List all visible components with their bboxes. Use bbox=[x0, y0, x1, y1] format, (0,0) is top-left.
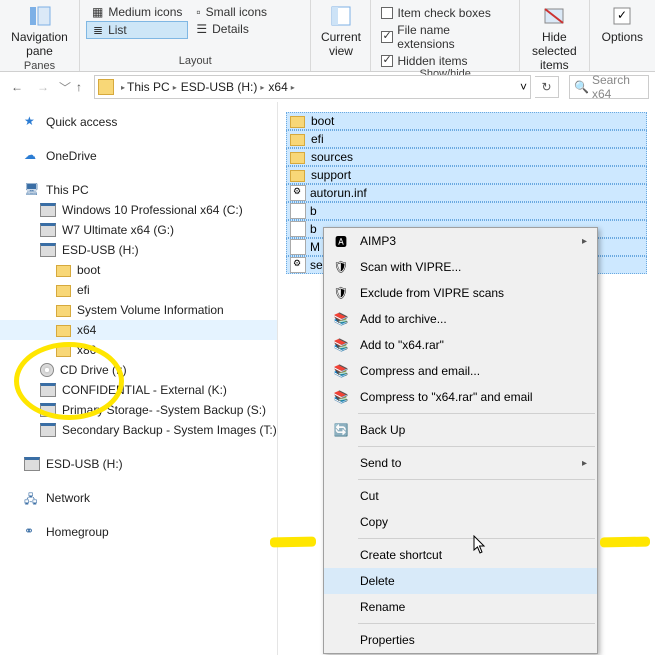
back-button[interactable]: ← bbox=[6, 76, 28, 98]
forward-button[interactable]: → bbox=[32, 76, 54, 98]
view-list[interactable]: ≣List bbox=[86, 21, 188, 39]
address-bar[interactable]: ▸This PC▸ ESD-USB (H:)▸ x64▸ ˅ bbox=[94, 75, 531, 99]
nav-drive-t[interactable]: Secondary Backup - System Images (T:) bbox=[0, 420, 277, 440]
ctx-delete[interactable]: Delete bbox=[324, 568, 597, 594]
nav-esd-usb-2[interactable]: ESD-USB (H:) bbox=[0, 454, 277, 474]
ctx-separator bbox=[358, 538, 595, 539]
layout-group-label: Layout bbox=[86, 55, 304, 69]
chk-hidden-items[interactable]: Hidden items bbox=[377, 54, 512, 68]
ctx-scan-vipre[interactable]: 🛡Scan with VIPRE... bbox=[324, 254, 597, 280]
ctx-add-archive[interactable]: 📚Add to archive... bbox=[324, 306, 597, 332]
ctx-properties[interactable]: Properties bbox=[324, 627, 597, 653]
nav-folder-svi[interactable]: System Volume Information bbox=[0, 300, 277, 320]
file-autorun-inf[interactable]: autorun.inf bbox=[286, 184, 647, 202]
folder-icon bbox=[98, 79, 114, 95]
nav-thispc[interactable]: 🖥This PC bbox=[0, 180, 277, 200]
file-folder-support[interactable]: support bbox=[286, 166, 647, 184]
ctx-separator bbox=[358, 413, 595, 414]
refresh-button[interactable]: ↻ bbox=[535, 76, 559, 98]
history-dropdown[interactable]: ﹀ bbox=[58, 79, 72, 96]
hide-selected-button[interactable]: Hide selected items bbox=[526, 2, 583, 74]
addr-dropdown[interactable]: ˅ bbox=[520, 80, 527, 94]
ctx-add-x64rar[interactable]: 📚Add to "x64.rar" bbox=[324, 332, 597, 358]
ctx-exclude-vipre[interactable]: 🛡Exclude from VIPRE scans bbox=[324, 280, 597, 306]
context-menu: 🅰AIMP3▸ 🛡Scan with VIPRE... 🛡Exclude fro… bbox=[323, 227, 598, 654]
view-medium-icons[interactable]: ▦Medium icons bbox=[86, 4, 188, 20]
hide-selected-label: Hide selected items bbox=[532, 30, 577, 72]
nav-drive-g[interactable]: W7 Ultimate x64 (G:) bbox=[0, 220, 277, 240]
ctx-separator bbox=[358, 479, 595, 480]
nav-drive-k[interactable]: CONFIDENTIAL - External (K:) bbox=[0, 380, 277, 400]
address-row: ← → ﹀ ↑ ▸This PC▸ ESD-USB (H:)▸ x64▸ ˅ ↻… bbox=[0, 72, 655, 102]
chk-item-checkboxes[interactable]: Item check boxes bbox=[377, 6, 512, 20]
search-box[interactable]: 🔍 Search x64 bbox=[569, 75, 649, 99]
ctx-separator bbox=[358, 446, 595, 447]
shield-icon: 🛡 bbox=[332, 284, 350, 302]
nav-drive-s[interactable]: Primary Storage- -System Backup (S:) bbox=[0, 400, 277, 420]
file-folder-sources[interactable]: sources bbox=[286, 148, 647, 166]
nav-drive-c[interactable]: Windows 10 Professional x64 (C:) bbox=[0, 200, 277, 220]
nav-folder-efi[interactable]: efi bbox=[0, 280, 277, 300]
nav-pane-label: Navigation pane bbox=[11, 30, 68, 58]
nav-folder-x64[interactable]: x64 bbox=[0, 320, 277, 340]
nav-folder-x86[interactable]: x86 bbox=[0, 340, 277, 360]
chk-file-extensions[interactable]: File name extensions bbox=[377, 23, 512, 51]
ctx-separator bbox=[358, 623, 595, 624]
nav-onedrive[interactable]: ☁OneDrive bbox=[0, 146, 277, 166]
nav-cd-drive[interactable]: CD Drive (I:) bbox=[0, 360, 277, 380]
archive-icon: 📚 bbox=[332, 336, 350, 354]
addr-seg-x64[interactable]: x64▸ bbox=[266, 80, 296, 94]
file-folder-efi[interactable]: efi bbox=[286, 130, 647, 148]
panes-group-label: Panes bbox=[6, 60, 73, 74]
nav-drive-h[interactable]: ESD-USB (H:) bbox=[0, 240, 277, 260]
ctx-copy[interactable]: Copy bbox=[324, 509, 597, 535]
navigation-pane: ★Quick access ☁OneDrive 🖥This PC Windows… bbox=[0, 102, 278, 655]
nav-homegroup[interactable]: ⚭Homegroup bbox=[0, 522, 277, 542]
view-small-icons[interactable]: ▫Small icons bbox=[190, 4, 273, 20]
aimp3-icon: 🅰 bbox=[332, 232, 350, 250]
ribbon: Navigation pane Panes ▦Medium icons ≣Lis… bbox=[0, 0, 655, 72]
ctx-cut[interactable]: Cut bbox=[324, 483, 597, 509]
addr-seg-thispc[interactable]: ▸This PC▸ bbox=[118, 80, 179, 94]
nav-quick-access[interactable]: ★Quick access bbox=[0, 112, 277, 132]
ctx-aimp3[interactable]: 🅰AIMP3▸ bbox=[324, 228, 597, 254]
search-placeholder: Search x64 bbox=[592, 73, 644, 101]
nav-pane-button[interactable]: Navigation pane bbox=[6, 2, 73, 60]
file-folder-boot[interactable]: boot bbox=[286, 112, 647, 130]
current-view-button[interactable]: Current view bbox=[317, 2, 364, 60]
view-details[interactable]: ☰Details bbox=[190, 21, 273, 37]
ctx-create-shortcut[interactable]: Create shortcut bbox=[324, 542, 597, 568]
svg-text:✓: ✓ bbox=[617, 8, 627, 22]
options-button[interactable]: ✓ Options bbox=[596, 2, 649, 46]
search-icon: 🔍 bbox=[574, 80, 589, 94]
ctx-backup[interactable]: 🔄Back Up bbox=[324, 417, 597, 443]
ctx-rename[interactable]: Rename bbox=[324, 594, 597, 620]
file-partial-1[interactable]: b bbox=[286, 202, 647, 220]
archive-icon: 📚 bbox=[332, 362, 350, 380]
ctx-compress-email[interactable]: 📚Compress and email... bbox=[324, 358, 597, 384]
up-button[interactable]: ↑ bbox=[76, 80, 90, 94]
nav-network[interactable]: 🖧Network bbox=[0, 488, 277, 508]
archive-icon: 📚 bbox=[332, 310, 350, 328]
ctx-sendto[interactable]: Send to▸ bbox=[324, 450, 597, 476]
options-label: Options bbox=[602, 30, 643, 44]
archive-icon: 📚 bbox=[332, 388, 350, 406]
current-view-label: Current view bbox=[321, 30, 361, 58]
shield-icon: 🛡 bbox=[332, 258, 350, 276]
backup-icon: 🔄 bbox=[332, 421, 350, 439]
ctx-compress-x64-email[interactable]: 📚Compress to "x64.rar" and email bbox=[324, 384, 597, 410]
nav-folder-boot[interactable]: boot bbox=[0, 260, 277, 280]
addr-seg-esd[interactable]: ESD-USB (H:)▸ bbox=[179, 80, 267, 94]
